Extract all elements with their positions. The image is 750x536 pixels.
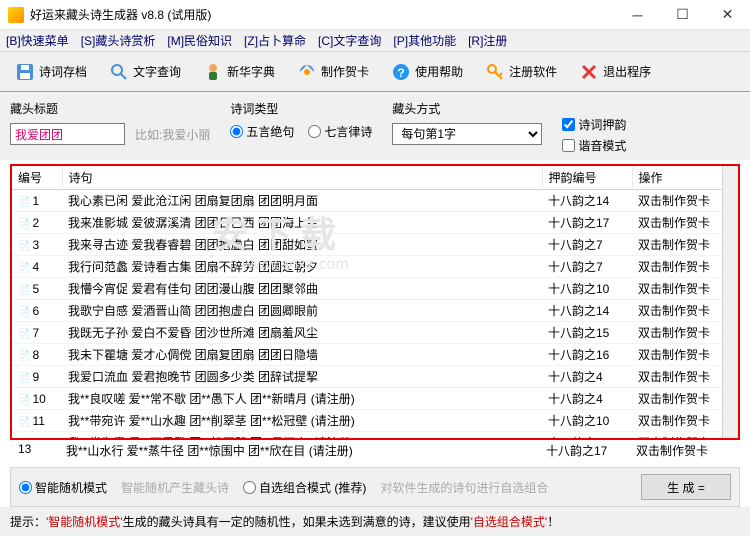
help-icon: ? xyxy=(391,62,411,82)
radio-wuyan[interactable]: 五言绝句 xyxy=(230,123,294,140)
toolbar-query[interactable]: 文字查询 xyxy=(100,57,190,87)
radio-qiyan[interactable]: 七言律诗 xyxy=(308,123,372,140)
custom-mode-hint: 对软件生成的诗句进行自选组合 xyxy=(380,479,548,496)
radio-smart-mode[interactable]: 智能随机模式 xyxy=(19,479,107,496)
minimize-button[interactable]: ─ xyxy=(615,0,660,29)
close-button[interactable]: ✕ xyxy=(705,0,750,29)
overflow-row[interactable]: 13 我**山水行 爱**蒸牛径 团**惊围中 团**欣在目 (请注册) 十八韵… xyxy=(10,440,740,461)
table-row[interactable]: 1我心素已闲 爱此沧江闲 团扇复团扇 团团明月面十八韵之14双击制作贺卡 xyxy=(12,190,738,212)
table-row[interactable]: 5我懵今宵促 爱君有佳句 团团漫山腹 团团聚邻曲十八韵之10双击制作贺卡 xyxy=(12,278,738,300)
title-input[interactable] xyxy=(10,123,125,145)
key-icon xyxy=(485,62,505,82)
table-row[interactable]: 12我**尝为蠢 爱**不爱登 团**松冠壁 团**墨下人 (请注册)十八韵之1… xyxy=(12,432,738,441)
table-row[interactable]: 9我爱口流血 爱君抱晚节 团圆多少类 团辞试提挈十八韵之4双击制作贺卡 xyxy=(12,366,738,388)
table-row[interactable]: 10我**良叹嗟 爱**常不歇 团**愚下人 团**新晴月 (请注册)十八韵之4… xyxy=(12,388,738,410)
col-rhyme[interactable]: 押韵编号 xyxy=(542,166,632,190)
menu-fortune[interactable]: [Z]占卜算命 xyxy=(244,32,306,49)
method-select[interactable]: 每句第1字 xyxy=(392,123,542,145)
toolbar-exit[interactable]: 退出程序 xyxy=(570,57,660,87)
toolbar-save[interactable]: 诗词存档 xyxy=(6,57,96,87)
table-row[interactable]: 7我既无子孙 爱白不爱昏 团沙世所滩 团扇羞风尘十八韵之15双击制作贺卡 xyxy=(12,322,738,344)
exit-icon xyxy=(579,62,599,82)
title-hint: 比如:我爱小丽 xyxy=(135,126,210,143)
maximize-button[interactable]: ☐ xyxy=(660,0,705,29)
card-icon xyxy=(297,62,317,82)
table-row[interactable]: 2我来准影城 爱彼潺溪清 团团日已西 团团海上生十八韵之17双击制作贺卡 xyxy=(12,212,738,234)
tip-bar: 提示：'智能随机模式'生成的藏头诗具有一定的随机性，如果未选到满意的诗，建议使用… xyxy=(0,507,750,536)
disk-icon xyxy=(15,62,35,82)
table-row[interactable]: 3我来寻古迹 爱我春睿碧 团团抱虚白 团团甜如蜜十八韵之7双击制作贺卡 xyxy=(12,234,738,256)
table-row[interactable]: 6我歌宁自感 爱酒晋山简 团团抱虚白 团圆卿眼前十八韵之14双击制作贺卡 xyxy=(12,300,738,322)
type-label: 诗词类型 xyxy=(230,100,372,117)
toolbar: 诗词存档 文字查询 新华字典 制作贺卡 ?使用帮助 注册软件 退出程序 xyxy=(0,52,750,92)
toolbar-register[interactable]: 注册软件 xyxy=(476,57,566,87)
table-row[interactable]: 8我未下瞿塘 爱才心倜傥 团扇复团扇 团团日隐墙十八韵之16双击制作贺卡 xyxy=(12,344,738,366)
table-row[interactable]: 11我**带宛许 爱**山水趣 团**削翠茎 团**松冠壁 (请注册)十八韵之1… xyxy=(12,410,738,432)
toolbar-help[interactable]: ?使用帮助 xyxy=(382,57,472,87)
table-row[interactable]: 4我行问范蠡 爱诗看古集 团扇不辞劳 团圆过朝夕十八韵之7双击制作贺卡 xyxy=(12,256,738,278)
results-table: 编号 诗句 押韵编号 操作 1我心素已闲 爱此沧江闲 团扇复团扇 团团明月面十八… xyxy=(12,166,738,440)
window-title: 好运来藏头诗生成器 v8.8 (试用版) xyxy=(30,6,615,23)
radio-custom-mode[interactable]: 自选组合模式 (推荐) xyxy=(243,479,366,496)
menu-folklore[interactable]: [M]民俗知识 xyxy=(167,32,232,49)
results-panel: 安下载 www.anxz.com 编号 诗句 押韵编号 操作 1我心素已闲 爱此… xyxy=(10,164,740,440)
toolbar-dict[interactable]: 新华字典 xyxy=(194,57,284,87)
col-number[interactable]: 编号 xyxy=(12,166,62,190)
generate-button[interactable]: 生 成 = xyxy=(641,474,731,500)
menu-bar: [B]快速菜单 [S]藏头诗赏析 [M]民俗知识 [Z]占卜算命 [C]文字查询… xyxy=(0,30,750,52)
menu-quick[interactable]: [B]快速菜单 xyxy=(6,32,69,49)
toolbar-card[interactable]: 制作贺卡 xyxy=(288,57,378,87)
scrollbar[interactable] xyxy=(722,166,738,438)
check-homophone[interactable]: 谐音模式 xyxy=(562,137,626,154)
search-icon xyxy=(109,62,129,82)
check-rhyme[interactable]: 诗词押韵 xyxy=(562,116,626,133)
menu-other[interactable]: [P]其他功能 xyxy=(393,32,456,49)
svg-text:?: ? xyxy=(397,66,404,80)
menu-textquery[interactable]: [C]文字查询 xyxy=(318,32,381,49)
app-icon xyxy=(8,7,24,23)
method-label: 藏头方式 xyxy=(392,100,542,117)
col-poem[interactable]: 诗句 xyxy=(62,166,542,190)
menu-appreciate[interactable]: [S]藏头诗赏析 xyxy=(81,32,156,49)
title-label: 藏头标题 xyxy=(10,100,210,117)
smart-mode-hint: 智能随机产生藏头诗 xyxy=(121,479,229,496)
menu-register[interactable]: [R]注册 xyxy=(468,32,507,49)
book-icon xyxy=(203,62,223,82)
